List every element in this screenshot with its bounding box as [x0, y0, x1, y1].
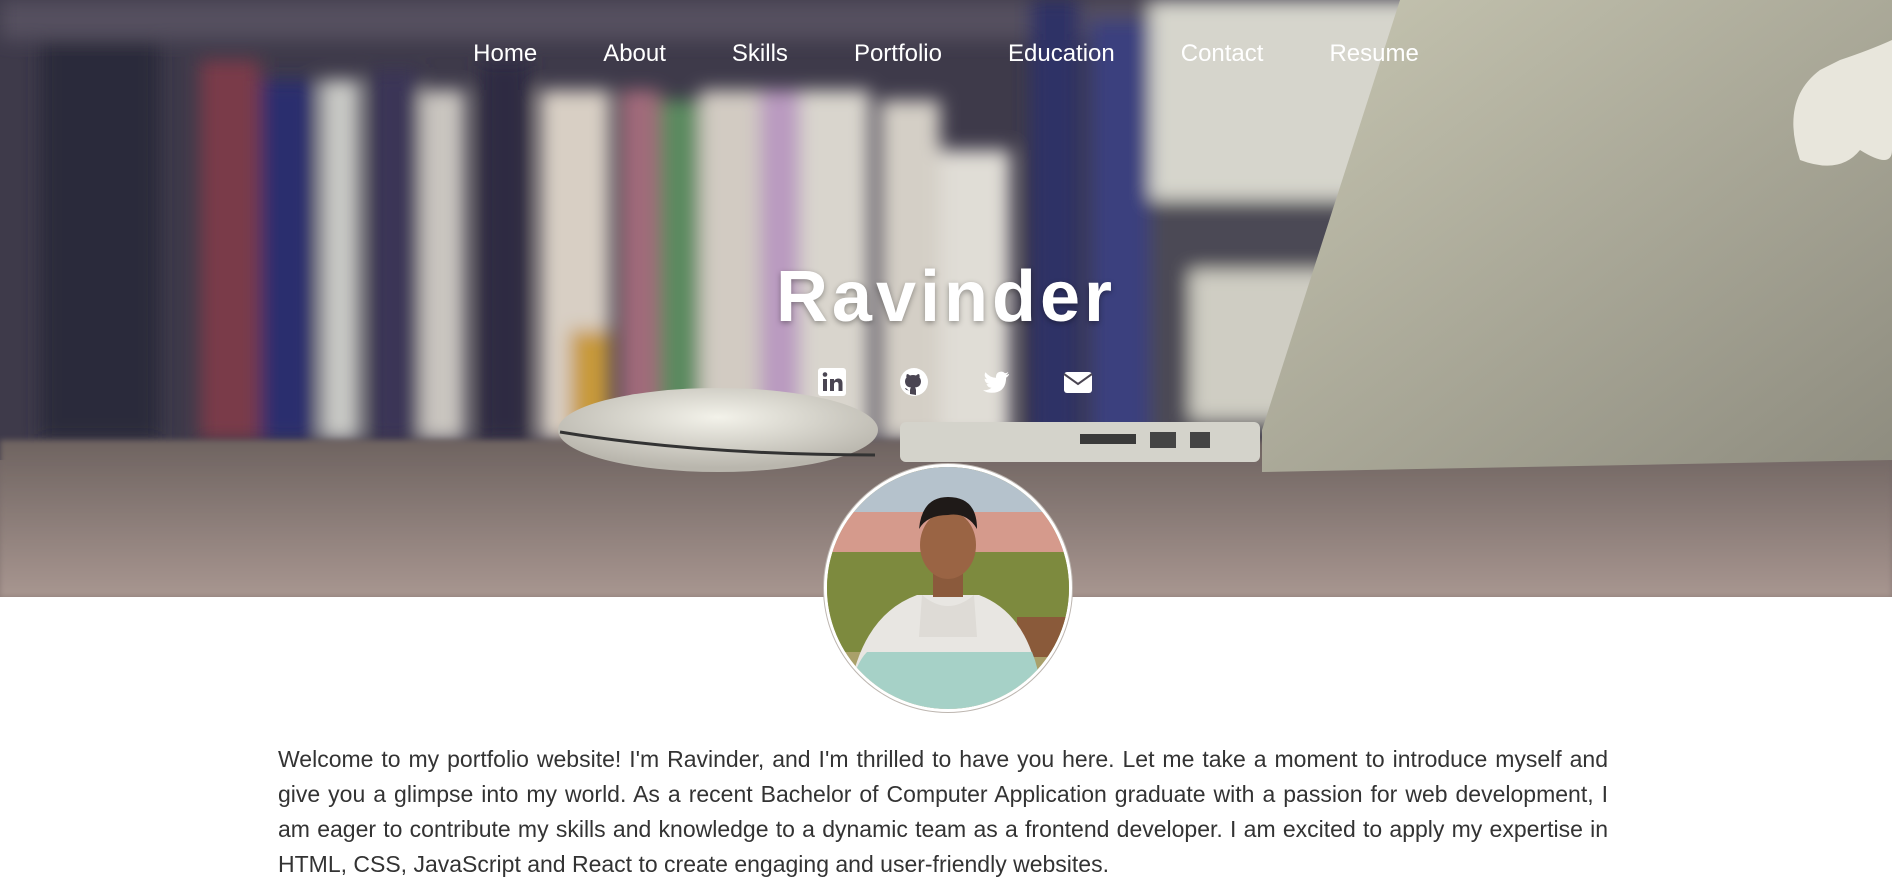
nav-resume-link[interactable]: Resume — [1329, 40, 1418, 68]
nav-home-link[interactable]: Home — [473, 40, 537, 68]
nav-about-link[interactable]: About — [603, 40, 666, 68]
twitter-icon[interactable] — [981, 367, 1011, 397]
envelope-icon[interactable] — [1063, 367, 1093, 397]
main-nav: Home About Skills Portfolio Education Co… — [0, 40, 1892, 68]
social-links — [0, 367, 1892, 397]
hero-name: Ravinder — [775, 257, 1117, 337]
github-icon[interactable] — [899, 367, 929, 397]
nav-skills-link[interactable]: Skills — [732, 40, 788, 68]
nav-education-link[interactable]: Education — [1008, 40, 1115, 68]
profile-photo — [824, 464, 1072, 712]
about-intro-text: Welcome to my portfolio website! I'm Rav… — [278, 746, 1608, 877]
linkedin-icon[interactable] — [817, 367, 847, 397]
nav-contact-link[interactable]: Contact — [1181, 40, 1264, 68]
nav-portfolio-link[interactable]: Portfolio — [854, 40, 942, 68]
